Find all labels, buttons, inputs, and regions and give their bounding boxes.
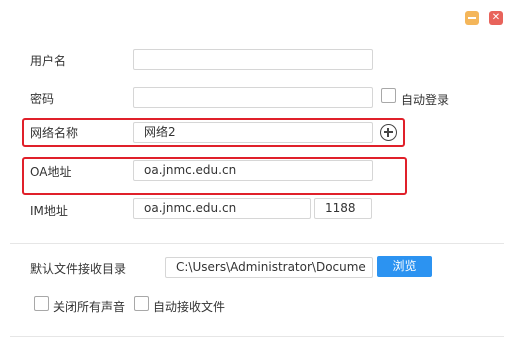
username-input[interactable] (133, 49, 373, 70)
auto-receive-checkbox[interactable] (134, 296, 149, 311)
network-name-highlight (22, 118, 405, 147)
receive-dir-input[interactable]: C:\Users\Administrator\Docume (165, 257, 373, 278)
mute-all-checkbox[interactable] (34, 296, 49, 311)
auto-login-checkbox[interactable] (381, 88, 396, 103)
auto-login-label: 自动登录 (401, 93, 450, 107)
password-input[interactable] (133, 87, 373, 108)
auto-receive-label: 自动接收文件 (153, 300, 226, 314)
bottom-divider (10, 336, 504, 337)
minimize-icon[interactable] (465, 11, 479, 25)
oa-address-highlight (22, 157, 407, 195)
close-icon[interactable]: ✕ (489, 11, 503, 25)
password-label: 密码 (30, 92, 55, 106)
section-divider (10, 243, 504, 244)
im-address-label: IM地址 (30, 204, 68, 218)
mute-all-label: 关闭所有声音 (53, 300, 126, 314)
browse-button[interactable]: 浏览 (377, 256, 432, 277)
username-label: 用户名 (30, 54, 67, 68)
im-address-input[interactable]: oa.jnmc.edu.cn (133, 198, 311, 219)
im-port-input[interactable]: 1188 (314, 198, 372, 219)
receive-dir-label: 默认文件接收目录 (30, 262, 127, 276)
